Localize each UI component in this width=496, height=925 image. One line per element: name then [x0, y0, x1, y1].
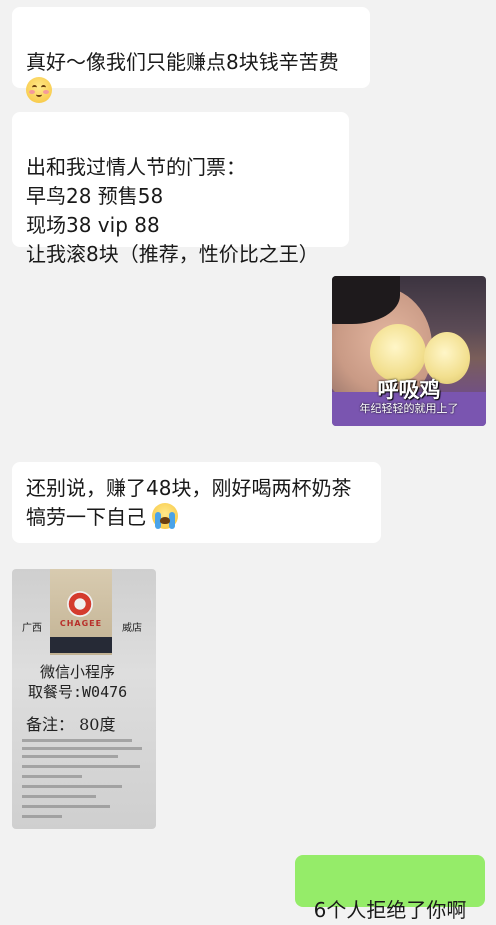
message-text: 还别说，赚了48块，刚好喝两杯奶茶: [26, 476, 352, 500]
receipt-note: 备注： 80度: [26, 715, 116, 734]
meme-image[interactable]: 呼吸鸡 年纪轻轻的就用上了: [332, 276, 486, 426]
chagee-logo-icon: [67, 591, 93, 617]
receipt-channel: 微信小程序: [40, 663, 116, 681]
meme-caption-subtitle: 年纪轻轻的就用上了: [359, 402, 459, 415]
receipt-store: 威店: [122, 623, 142, 634]
message-text: 6个人拒绝了你啊: [313, 898, 467, 922]
crying-face-icon: [152, 503, 179, 529]
receipt-pickup-number: 取餐号:W0476: [28, 683, 128, 701]
message-bubble[interactable]: 出和我过情人节的门票： 早鸟28 预售58 现场38 vip 88 让我滚8块（…: [12, 112, 349, 266]
message-bubble-outgoing[interactable]: 6个人拒绝了你啊: [295, 855, 485, 922]
message-bubble[interactable]: 还别说，赚了48块，刚好喝两杯奶茶 犒劳一下自己: [12, 462, 381, 543]
message-text: 真好～像我们只能赚点8块钱辛苦费: [26, 50, 339, 74]
receipt-brand: CHAGEE: [59, 619, 103, 628]
receipt-store: 广西: [22, 623, 42, 634]
smiling-face-icon: [26, 77, 52, 103]
message-text: 犒劳一下自己: [26, 505, 146, 529]
message-bubble[interactable]: 真好～像我们只能赚点8块钱辛苦费: [12, 7, 370, 103]
receipt-image[interactable]: CHAGEE 广西 威店 微信小程序 取餐号:W0476 备注： 80度: [12, 569, 156, 829]
message-text: 出和我过情人节的门票： 早鸟28 预售58 现场38 vip 88 让我滚8块（…: [26, 155, 319, 266]
